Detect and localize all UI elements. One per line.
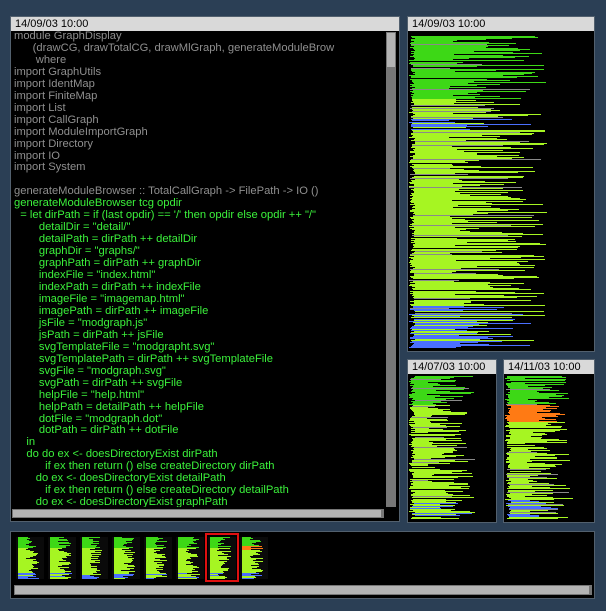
timeline-snapshot[interactable] <box>112 537 140 579</box>
code-line: jsPath = dirPath ++ jsFile <box>14 328 164 341</box>
code-line: (drawCG, drawTotalCG, drawMlGraph, gener… <box>14 41 335 54</box>
code-line: import ModuleImportGraph <box>14 125 148 138</box>
code-line-mark <box>411 432 429 433</box>
code-line-mark <box>409 162 468 163</box>
code-line-mark <box>411 467 436 468</box>
timeline-snapshot[interactable] <box>80 537 108 579</box>
code-line-mark <box>507 469 546 470</box>
snapshot-line-mark <box>242 578 255 579</box>
thumbnail-view-left-title: 14/07/03 10:00 <box>408 360 496 374</box>
code-line: import CallGraph <box>14 113 99 126</box>
code-line-mark <box>410 105 486 106</box>
code-line-mark <box>506 380 566 381</box>
code-line-mark <box>409 60 524 61</box>
code-line: dotPath = dirPath ++ dotFile <box>14 424 179 437</box>
code-line-mark <box>409 347 457 348</box>
snapshot-line-mark <box>82 578 97 579</box>
snapshot-line-mark <box>178 578 197 579</box>
timeline-snapshot[interactable] <box>16 537 44 579</box>
code-line: svgPath = dirPath ++ svgFile <box>14 376 183 389</box>
code-line-mark <box>410 174 468 175</box>
code-line-mark <box>410 465 428 466</box>
code-line-mark <box>413 247 519 248</box>
code-line-mark <box>507 443 525 444</box>
thumbnail-view-main-title: 14/09/03 10:00 <box>408 17 594 31</box>
timeline-snapshot[interactable] <box>48 537 76 579</box>
timeline-snapshot[interactable] <box>176 537 204 579</box>
code-line: svgTemplatePath = dirPath ++ svgTemplate… <box>14 352 273 365</box>
code-line-mark <box>414 236 522 237</box>
snapshot-line-mark <box>50 578 68 579</box>
selected-snapshot-highlight <box>205 533 239 582</box>
source-vertical-scroll-thumb[interactable] <box>387 33 395 67</box>
code-line: import Directory <box>14 137 93 150</box>
code-line: do ex <- doesDirectoryExist graphPath <box>14 496 228 507</box>
code-line-mark <box>507 488 570 489</box>
code-line-mark <box>413 477 459 478</box>
code-line-mark <box>506 518 559 519</box>
code-line: import IdentMap <box>14 77 95 90</box>
code-line-mark <box>411 77 517 78</box>
timeline-snapshot[interactable] <box>144 537 172 579</box>
code-line-mark <box>414 515 460 516</box>
timeline-scrollbar[interactable] <box>14 585 592 595</box>
code-line-mark <box>508 427 561 428</box>
code-line: svgFile = "modgraph.svg" <box>14 364 166 377</box>
code-line: helpPath = detailPath ++ helpFile <box>14 400 205 413</box>
source-code-text[interactable]: module GraphDisplay (drawCG, drawTotalCG… <box>14 31 384 507</box>
code-line-mark <box>507 445 536 446</box>
code-line: svgTemplateFile = "modgrapht.svg" <box>14 340 215 353</box>
code-line-mark <box>412 497 474 498</box>
thumbnail-lines-main <box>409 36 589 348</box>
code-line-mark <box>410 518 460 519</box>
code-line: import List <box>14 101 66 114</box>
source-horizontal-scrollbar[interactable] <box>12 509 384 518</box>
code-line-mark <box>412 66 478 67</box>
code-line-mark <box>410 317 512 318</box>
timeline-snapshot[interactable] <box>240 537 268 579</box>
code-line-mark <box>413 278 514 279</box>
code-line-mark <box>413 127 467 128</box>
code-line-mark <box>510 471 542 472</box>
code-line-mark <box>411 435 455 436</box>
thumbnail-lines-right <box>505 376 589 519</box>
snapshot-line-mark <box>114 578 126 579</box>
thumbnail-lines-left <box>409 376 491 519</box>
code-line-mark <box>412 289 532 290</box>
code-line-mark <box>413 298 471 299</box>
code-line-mark <box>409 488 470 489</box>
thumbnail-view-right-title: 14/11/03 10:00 <box>504 360 594 374</box>
timeline-scroll-thumb[interactable] <box>15 586 589 594</box>
snapshot-line-mark <box>146 578 154 579</box>
source-vertical-scrollbar[interactable] <box>386 32 396 507</box>
snapshot-line-mark <box>18 578 40 579</box>
source-horizontal-scroll-thumb[interactable] <box>13 510 381 517</box>
code-line-mark <box>411 120 449 121</box>
code-line: import FiniteMap <box>14 89 98 102</box>
code-line: helpFile = "help.html" <box>14 388 145 401</box>
code-line-mark <box>414 311 544 312</box>
code-line: import System <box>14 161 86 174</box>
source-view-title: 14/09/03 10:00 <box>11 17 399 31</box>
